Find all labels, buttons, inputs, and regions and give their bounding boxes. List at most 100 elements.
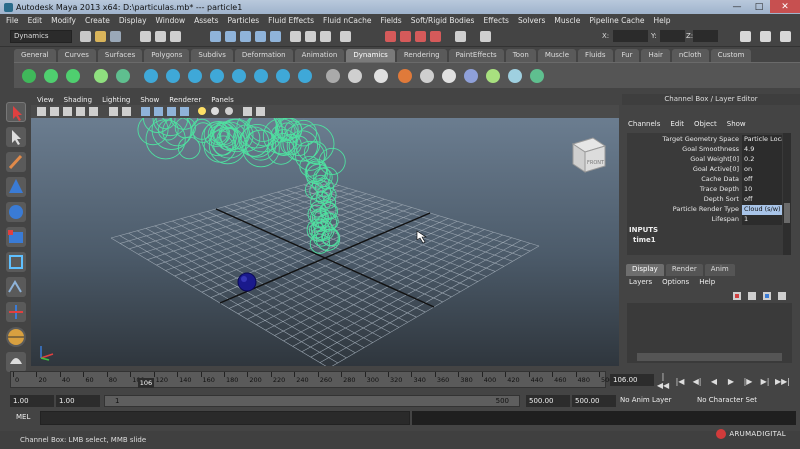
attr-value[interactable]: Cloud (s/w) [742, 205, 782, 215]
snap-grid-icon[interactable] [210, 31, 221, 42]
snap-plane-icon[interactable] [255, 31, 266, 42]
rotate-tool-icon[interactable] [6, 202, 26, 222]
film-gate-icon[interactable] [109, 107, 118, 116]
snap-surface-icon[interactable] [270, 31, 281, 42]
z-field[interactable] [693, 30, 718, 42]
viewport-menu-show[interactable]: Show [140, 96, 159, 104]
input-node-time1[interactable]: time1 [633, 236, 656, 244]
layer-menu-options[interactable]: Options [662, 278, 689, 286]
shelf-tab-fluids[interactable]: Fluids [578, 49, 613, 62]
menu-fields[interactable]: Fields [381, 16, 402, 25]
go-to-start-button[interactable]: |◀◀ [656, 372, 670, 390]
move-tool-icon[interactable] [6, 177, 26, 197]
use-all-lights-icon[interactable] [198, 107, 206, 115]
attr-row-target-geometry-space[interactable]: Target Geometry Space Particle Local [627, 135, 784, 145]
step-back-frame-button[interactable]: ◀| [690, 377, 704, 386]
lasso-tool-icon[interactable] [6, 127, 26, 147]
camera-select-icon[interactable] [37, 107, 46, 116]
menu-muscle[interactable]: Muscle [554, 16, 580, 25]
uniform-field-icon[interactable] [276, 69, 290, 83]
menu-particles[interactable]: Particles [228, 16, 260, 25]
menu-create[interactable]: Create [85, 16, 110, 25]
emit-from-object-icon[interactable] [66, 69, 80, 83]
play-forwards-button[interactable]: ▶ [724, 377, 738, 386]
fire-icon[interactable] [398, 69, 412, 83]
shelf-tab-deformation[interactable]: Deformation [234, 49, 293, 62]
snap-point-icon[interactable] [240, 31, 251, 42]
shelf-tab-curves[interactable]: Curves [57, 49, 96, 62]
menu-help[interactable]: Help [653, 16, 670, 25]
playback-end-field[interactable]: 500.00 [526, 395, 570, 407]
soft-mod-icon[interactable] [6, 327, 26, 347]
input-ops-icon[interactable] [305, 31, 316, 42]
attr-row-lifespan[interactable]: Lifespan 1 [627, 215, 784, 225]
open-scene-icon[interactable] [95, 31, 106, 42]
time-slider[interactable]: 0204060801001201401601802002202402602803… [10, 371, 613, 388]
x-field[interactable] [613, 30, 648, 42]
viewport-menu-lighting[interactable]: Lighting [102, 96, 130, 104]
command-line-input[interactable] [40, 411, 410, 425]
attr-row-goal-smoothness[interactable]: Goal Smoothness 4.9 [627, 145, 784, 155]
layer-list-scrollbar[interactable] [637, 353, 782, 361]
menu-assets[interactable]: Assets [194, 16, 218, 25]
toggle-attribute-editor-icon[interactable] [740, 31, 751, 42]
attr-value[interactable]: on [742, 165, 782, 175]
new-scene-icon[interactable] [80, 31, 91, 42]
goal-icon[interactable] [94, 69, 108, 83]
step-forward-key-button[interactable]: ▶| [758, 377, 772, 386]
channel-box-menu-edit[interactable]: Edit [670, 120, 684, 128]
emitter-icon[interactable] [44, 69, 58, 83]
channel-box-scrollbar[interactable] [783, 133, 791, 255]
attr-row-goal-weight[interactable]: Goal Weight[0] 0.2 [627, 155, 784, 165]
character-set-selector[interactable]: No Character Set [697, 396, 757, 404]
shelf-tab-painteffects[interactable]: PaintEffects [448, 49, 504, 62]
shelf-tab-ncloth[interactable]: nCloth [671, 49, 709, 62]
menu-fluid-ncache[interactable]: Fluid nCache [323, 16, 371, 25]
anim-layer-selector[interactable]: No Anim Layer [620, 396, 671, 404]
layer-menu-layers[interactable]: Layers [629, 278, 652, 286]
layer-menu-help[interactable]: Help [699, 278, 715, 286]
select-object-icon[interactable] [155, 31, 166, 42]
shelf-tab-fur[interactable]: Fur [614, 49, 640, 62]
attr-row-particle-render-type[interactable]: Particle Render Type Cloud (s/w) [627, 205, 784, 215]
scene-canvas[interactable] [31, 118, 619, 366]
hypershade-icon[interactable] [455, 31, 466, 42]
menu-effects[interactable]: Effects [483, 16, 509, 25]
paint-select-icon[interactable] [6, 152, 26, 172]
gravity-field-icon[interactable] [188, 69, 202, 83]
wireframe-icon[interactable] [141, 107, 150, 116]
tab-display[interactable]: Display [626, 264, 664, 276]
maximize-button[interactable]: □ [748, 0, 770, 13]
new-layer-icon[interactable] [733, 292, 741, 300]
shelf-tab-muscle[interactable]: Muscle [537, 49, 577, 62]
minimize-button[interactable]: — [726, 0, 748, 13]
input-line-icon[interactable] [480, 31, 491, 42]
end-time-field[interactable]: 500.00 [572, 395, 616, 407]
construction-history-icon[interactable] [340, 31, 351, 42]
image-plane-icon[interactable] [76, 107, 85, 116]
layer-list[interactable] [627, 303, 792, 363]
mel-label[interactable]: MEL [16, 413, 30, 421]
menu-set-dropdown[interactable]: Dynamics [10, 30, 72, 43]
attr-value[interactable]: Particle Local [742, 135, 782, 145]
channel-box-menu-show[interactable]: Show [727, 120, 746, 128]
attr-row-goal-active[interactable]: Goal Active[0] on [627, 165, 784, 175]
shelf-tab-toon[interactable]: Toon [505, 49, 536, 62]
output-ops-icon[interactable] [320, 31, 331, 42]
start-time-field[interactable]: 1.00 [10, 395, 54, 407]
viewport-menu-shading[interactable]: Shading [64, 96, 92, 104]
wireframe-on-shaded-icon[interactable] [167, 107, 176, 116]
select-tool-icon[interactable] [6, 102, 26, 122]
range-slider[interactable]: 1 500 [104, 395, 520, 407]
menu-file[interactable]: File [6, 16, 19, 25]
shelf-tab-custom[interactable]: Custom [710, 49, 752, 62]
fireworks-icon[interactable] [442, 69, 456, 83]
radial-field-icon[interactable] [232, 69, 246, 83]
menu-solvers[interactable]: Solvers [518, 16, 545, 25]
shelf-tab-polygons[interactable]: Polygons [144, 49, 190, 62]
xray-joints-icon[interactable] [256, 107, 265, 116]
smooth-shade-icon[interactable] [154, 107, 163, 116]
drag-field-icon[interactable] [166, 69, 180, 83]
play-backwards-button[interactable]: ◀ [707, 377, 721, 386]
ipr-render-icon[interactable] [415, 31, 426, 42]
